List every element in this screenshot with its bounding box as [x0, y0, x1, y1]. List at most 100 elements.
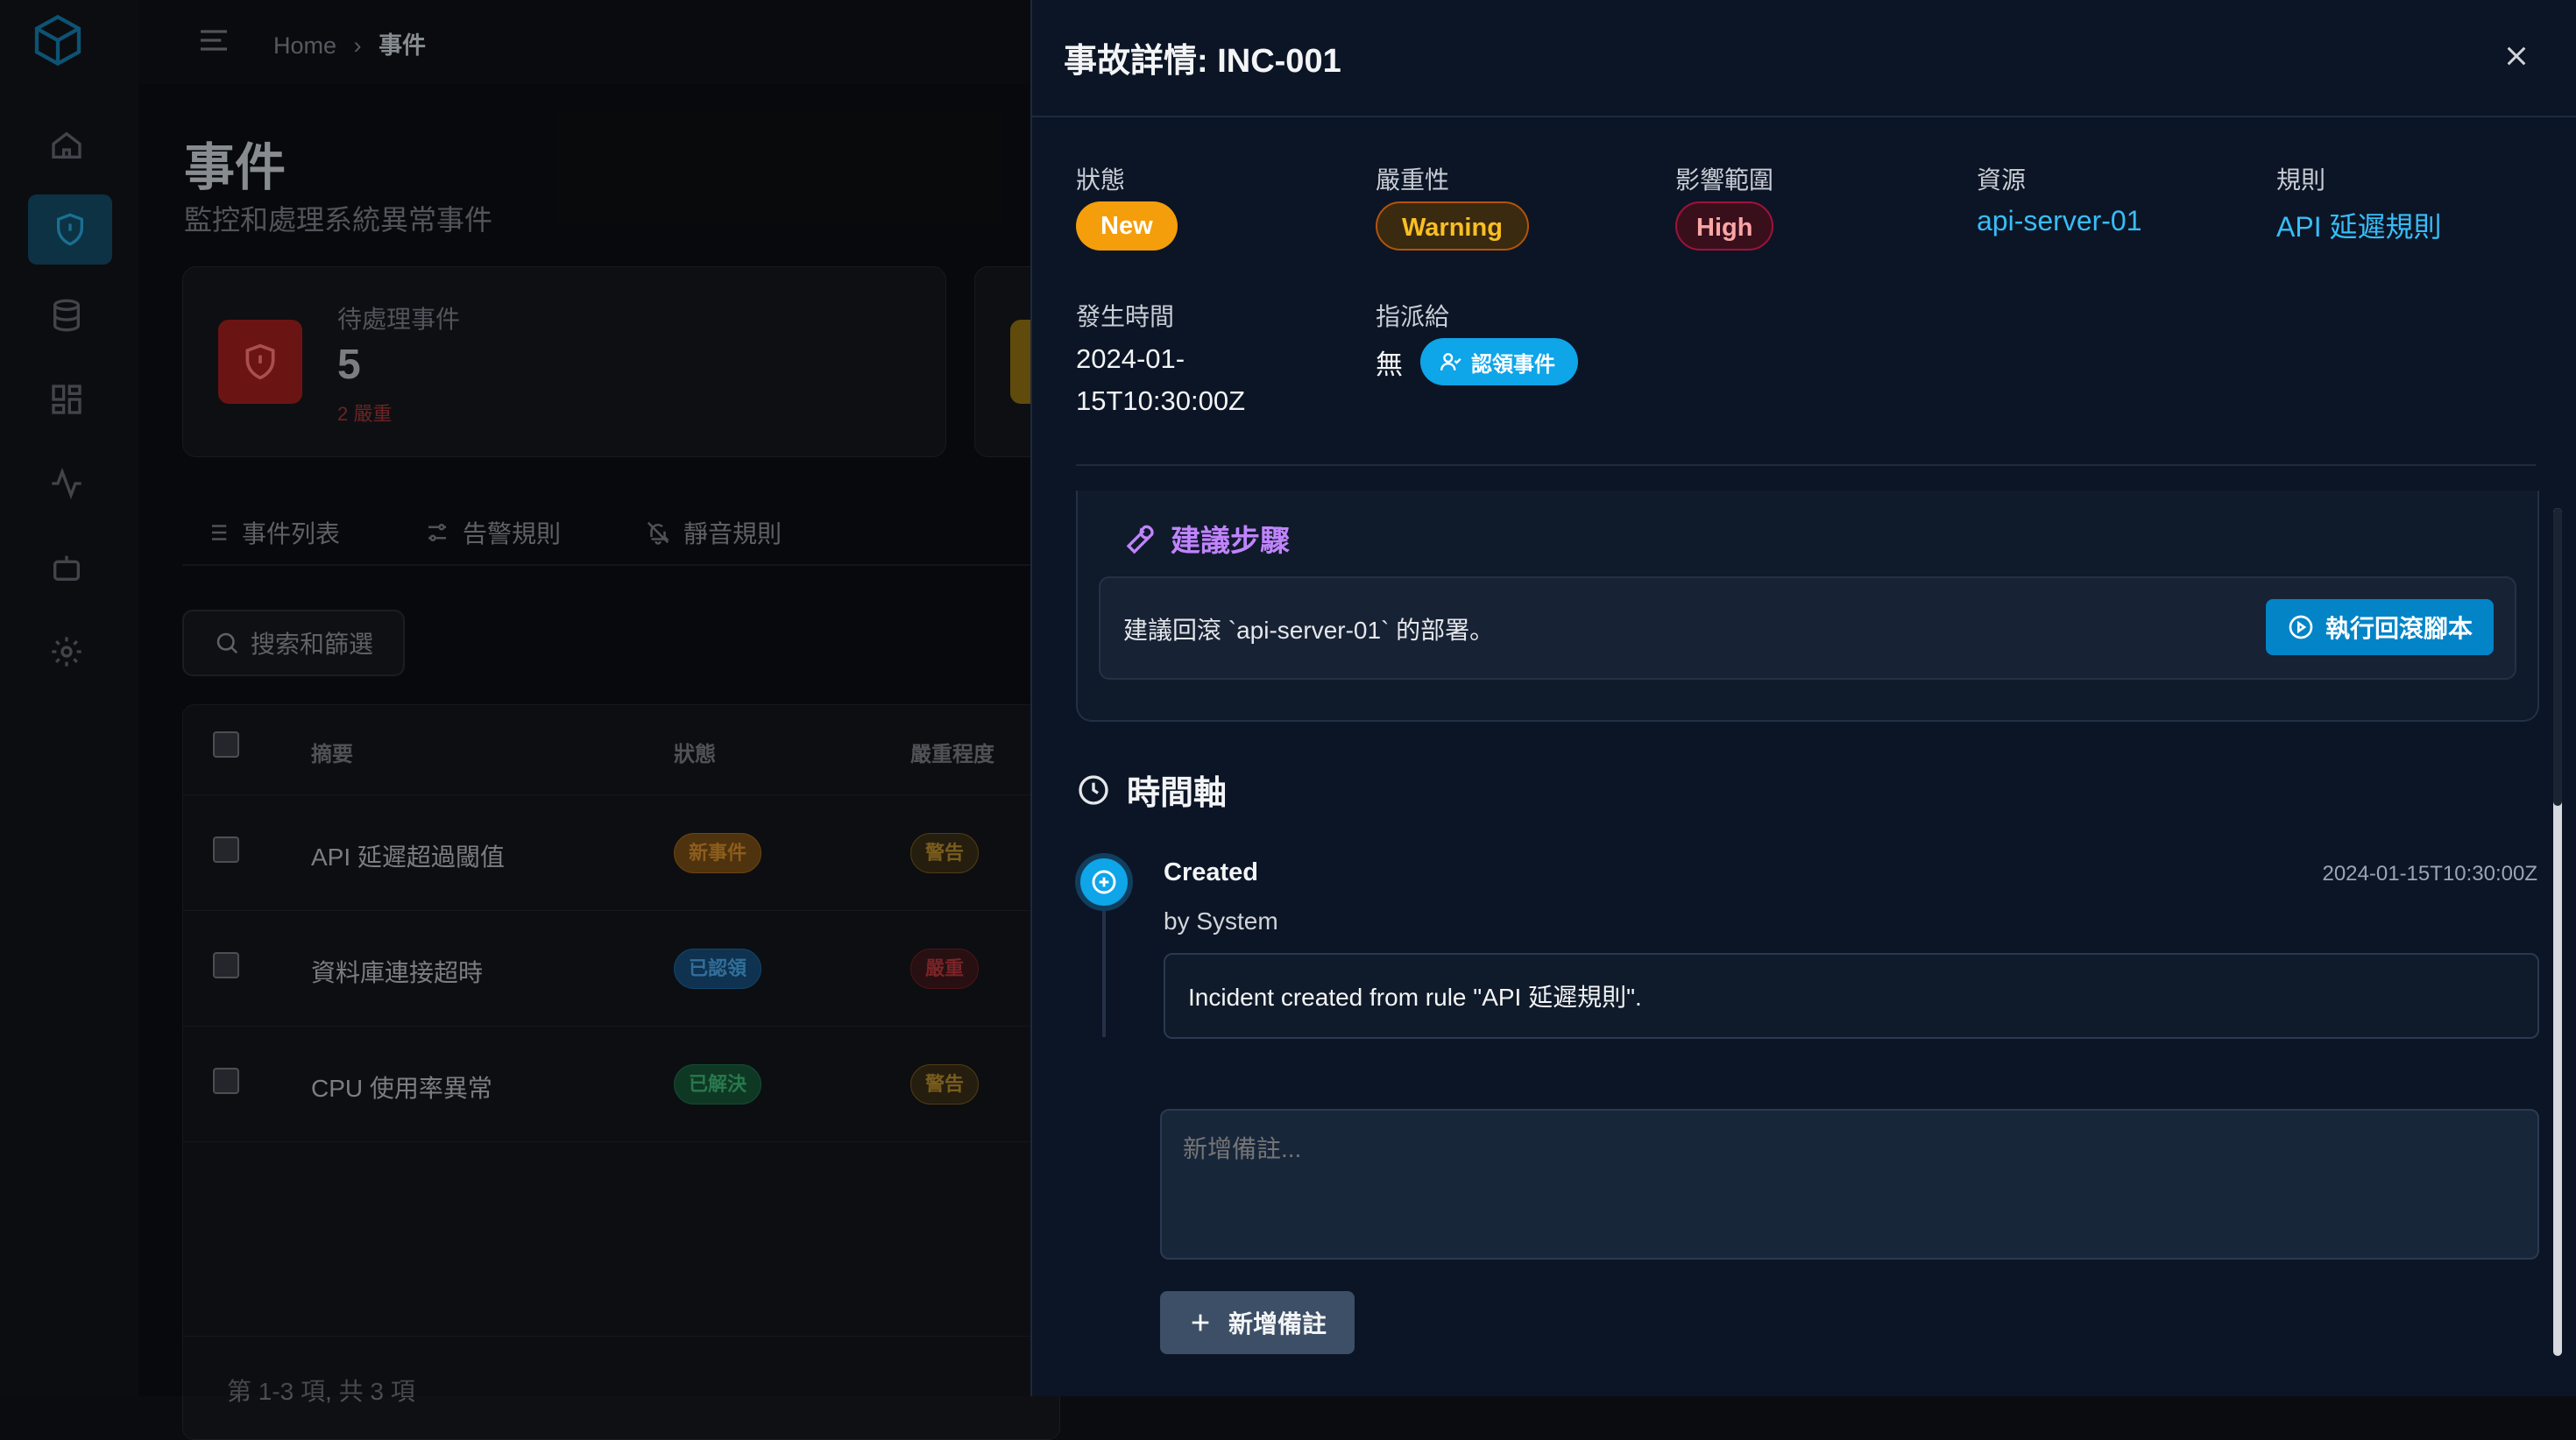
sliders-icon	[428, 524, 447, 541]
status-label: 狀態	[1076, 166, 1126, 194]
impact-badge: High	[1675, 201, 1774, 251]
breadcrumb-home[interactable]: Home	[273, 32, 336, 59]
suggestion-title: 建議步驟	[1171, 525, 1290, 558]
severity-label: 嚴重性	[1376, 166, 1450, 194]
event-author: by System	[1164, 907, 1278, 935]
incidents-shield-icon[interactable]	[28, 194, 112, 265]
assignee-value: 無	[1376, 349, 1403, 380]
severity-badge: 嚴重	[910, 949, 980, 989]
page-subtitle: 監控和處理系統異常事件	[184, 204, 493, 236]
rule-link[interactable]: API 延遲規則	[2276, 205, 2441, 245]
run-rollback-button[interactable]: 執行回滾腳本	[2265, 599, 2494, 655]
run-rollback-label: 執行回滾腳本	[2325, 615, 2473, 642]
status-badge: 新事件	[674, 833, 762, 873]
claim-label: 認領事件	[1471, 352, 1555, 377]
incident-table: 摘要 狀態 嚴重程度 API 延遲超過閾值 新事件 警告 資料庫連接超時 已認領…	[182, 704, 1060, 1440]
select-all-checkbox[interactable]	[213, 731, 239, 758]
section-divider	[1076, 464, 2536, 466]
main-content: 事件 監控和處理系統異常事件 待處理事件 5 2 嚴重 事件列表 告警規則 靜音…	[138, 84, 1063, 1440]
suggestion-item: 建議回滾 `api-server-01` 的部署。 執行回滾腳本	[1099, 576, 2516, 680]
wrench-icon	[1126, 525, 1154, 554]
row-checkbox[interactable]	[213, 1068, 239, 1094]
dashboard-icon[interactable]	[42, 375, 91, 424]
timeline-header: 時間軸	[1076, 766, 1227, 814]
tab-label: 告警規則	[463, 520, 562, 547]
drawer-header: 事故詳情: INC-001	[1032, 0, 2576, 117]
table-row[interactable]: API 延遲超過閾值 新事件 警告	[183, 796, 1059, 910]
tab-label: 靜音規則	[683, 520, 782, 547]
impact-label: 影響範圍	[1675, 166, 1774, 194]
suggestion-text: 建議回滾 `api-server-01` 的部署。	[1123, 617, 1495, 644]
add-note-textarea[interactable]	[1160, 1109, 2539, 1260]
row-summary: 資料庫連接超時	[311, 959, 484, 986]
rule-label: 規則	[2276, 166, 2326, 194]
tab-silence-rules[interactable]: 靜音規則	[645, 515, 782, 550]
menu-icon[interactable]	[196, 23, 231, 62]
assignee-row: 無 認領事件	[1376, 338, 1578, 385]
incident-detail-drawer: 事故詳情: INC-001 狀態 New 嚴重性 Warning 影響範圍 Hi…	[1030, 0, 2576, 1396]
search-filter-button[interactable]: 搜索和篩選	[182, 610, 405, 676]
add-note-button[interactable]: 新增備註	[1160, 1291, 1355, 1354]
row-divider	[183, 1026, 1059, 1027]
resource-label: 資源	[1977, 166, 2027, 194]
col-status: 狀態	[674, 743, 716, 766]
row-checkbox[interactable]	[213, 952, 239, 978]
stat-value: 5	[337, 342, 361, 388]
row-summary: API 延遲超過閾值	[311, 844, 505, 871]
row-divider	[183, 910, 1059, 911]
row-divider	[183, 1336, 1059, 1337]
severity-badge: 警告	[910, 1064, 980, 1105]
top-bar: Home › 事件	[138, 0, 1030, 85]
timeline-plus-icon	[1075, 853, 1133, 911]
app-logo-icon[interactable]	[30, 12, 86, 68]
severity-badge: 警告	[910, 833, 980, 873]
list-icon	[206, 525, 227, 540]
time-label: 發生時間	[1076, 303, 1175, 330]
table-pagination-info: 第 1-3 項, 共 3 項	[227, 1378, 415, 1405]
breadcrumb-current: 事件	[379, 32, 427, 59]
stat-note: 2 嚴重	[337, 403, 393, 425]
settings-gear-icon[interactable]	[42, 627, 91, 676]
close-icon[interactable]	[2492, 32, 2541, 81]
timeline-title: 時間軸	[1127, 775, 1228, 812]
breadcrumb: Home › 事件	[273, 26, 426, 60]
claim-incident-button[interactable]: 認領事件	[1420, 338, 1578, 385]
tab-alert-rules[interactable]: 告警規則	[424, 515, 561, 550]
col-summary: 摘要	[311, 743, 353, 766]
plus-icon	[1192, 1314, 1209, 1331]
status-badge: 已認領	[674, 949, 762, 989]
event-timestamp: 2024-01-15T10:30:00Z	[2322, 862, 2537, 886]
database-icon[interactable]	[42, 291, 91, 340]
status-badge: New	[1076, 201, 1178, 251]
bell-off-icon	[647, 521, 670, 545]
stat-label: 待處理事件	[337, 306, 461, 333]
table-row[interactable]: 資料庫連接超時 已認領 嚴重	[183, 912, 1059, 1026]
alert-shield-icon	[218, 320, 302, 404]
sidebar-rail	[0, 0, 139, 1396]
user-check-icon	[1440, 353, 1461, 371]
home-icon[interactable]	[42, 121, 91, 170]
row-checkbox[interactable]	[213, 836, 239, 863]
activity-icon[interactable]	[42, 459, 91, 508]
event-title: Created	[1164, 858, 1258, 886]
clock-icon	[1079, 774, 1108, 805]
time-value-line1: 2024-01-	[1076, 343, 1185, 374]
tab-bar: 事件列表 告警規則 靜音規則	[203, 515, 782, 550]
add-note-label: 新增備註	[1228, 1310, 1327, 1338]
row-divider	[183, 1141, 1059, 1142]
stat-card-pending: 待處理事件 5 2 嚴重	[182, 266, 946, 457]
page-title: 事件	[184, 139, 287, 196]
suggestion-header: 建議步驟	[1120, 517, 1290, 560]
tab-incident-list[interactable]: 事件列表	[203, 515, 340, 550]
row-divider	[183, 794, 1059, 795]
search-icon	[216, 632, 238, 654]
tab-label: 事件列表	[242, 520, 341, 547]
bot-icon[interactable]	[42, 543, 91, 592]
chevron-right-icon: ›	[353, 32, 362, 59]
resource-link[interactable]: api-server-01	[1977, 205, 2142, 237]
time-value-line2: 15T10:30:00Z	[1076, 385, 1246, 416]
severity-badge: Warning	[1376, 201, 1529, 251]
table-row[interactable]: CPU 使用率異常 已解決 警告	[183, 1027, 1059, 1141]
status-badge: 已解決	[674, 1064, 762, 1105]
play-circle-icon	[2289, 615, 2313, 639]
